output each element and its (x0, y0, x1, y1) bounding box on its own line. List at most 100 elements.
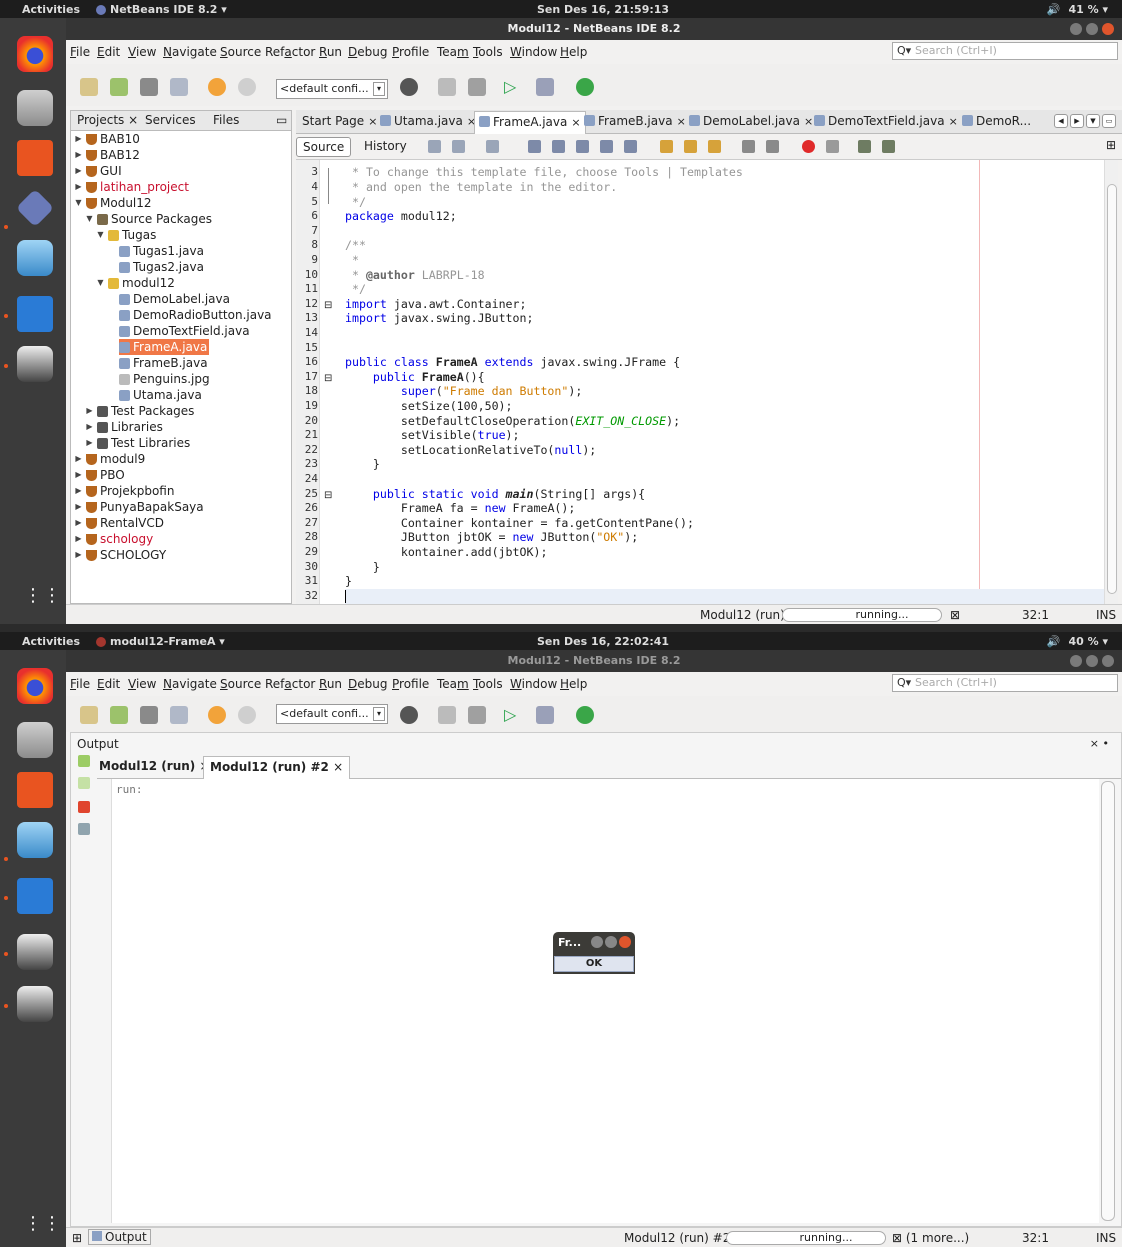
menu-profile[interactable]: Profile (392, 45, 429, 59)
tree-node[interactable]: Penguins.jpg (119, 371, 210, 387)
stop-icon[interactable] (78, 801, 90, 813)
build-icon[interactable] (438, 78, 456, 96)
system-tray[interactable]: 🔊 40 % ▾ (1047, 635, 1108, 648)
back-icon[interactable] (452, 140, 465, 153)
save-all-icon[interactable] (170, 78, 188, 96)
menu-help[interactable]: Help (560, 677, 587, 691)
scroll-right-icon[interactable]: ▶ (1070, 114, 1084, 128)
close-tab-icon[interactable]: × (571, 116, 580, 129)
menu-team[interactable]: Team (437, 677, 469, 691)
virtualbox-icon[interactable] (17, 240, 53, 276)
toggle-highlight-icon[interactable] (600, 140, 613, 153)
tree-node[interactable]: DemoLabel.java (119, 291, 230, 307)
tab-demolabel[interactable]: DemoLabel.java × (689, 114, 813, 128)
tree-node[interactable]: ▼ Tugas (96, 227, 156, 243)
menu-tools[interactable]: Tools (473, 677, 503, 691)
tree-node[interactable]: ▶ RentalVCD (74, 515, 164, 531)
tree-node[interactable]: ▼ Source Packages (85, 211, 212, 227)
fold-icon[interactable]: ⊟ (324, 300, 332, 311)
close-tab-icon[interactable]: × (333, 760, 343, 774)
code-area[interactable]: * To change this template file, choose T… (345, 160, 1104, 604)
menu-tools[interactable]: Tools (473, 45, 503, 59)
tree-node[interactable]: Utama.java (119, 387, 202, 403)
find-icon[interactable] (528, 140, 541, 153)
minimize-icon[interactable] (1070, 655, 1082, 667)
globe-icon[interactable] (400, 706, 418, 724)
menu-edit[interactable]: Edit (97, 677, 120, 691)
software-center-icon[interactable] (17, 140, 53, 176)
find-next-icon[interactable] (576, 140, 589, 153)
uncomment-icon[interactable] (882, 140, 895, 153)
menu-navigate[interactable]: Navigate (163, 677, 217, 691)
toggle-rect-select-icon[interactable] (624, 140, 637, 153)
more-processes[interactable]: ⊠ (1 more...) (892, 1231, 969, 1245)
profile-icon[interactable] (576, 78, 594, 96)
menu-profile[interactable]: Profile (392, 677, 429, 691)
output-window-tab[interactable]: Output (88, 1229, 151, 1245)
tree-node-selected[interactable]: FrameA.java (119, 339, 210, 355)
configuration-select[interactable]: <default confi... ▾ (276, 79, 388, 99)
minimize-panel-icon[interactable]: ▭ (276, 113, 287, 127)
app-grid-icon[interactable]: ⋮⋮⋮ (24, 587, 80, 616)
menu-navigate[interactable]: Navigate (163, 45, 217, 59)
tab-start-page[interactable]: Start Page × (302, 114, 377, 128)
scroll-left-icon[interactable]: ◀ (1054, 114, 1068, 128)
profile-icon[interactable] (576, 706, 594, 724)
editor-scrollbar[interactable] (1104, 160, 1118, 604)
save-all-icon[interactable] (170, 706, 188, 724)
tab-services[interactable]: Services (145, 113, 196, 127)
shift-right-icon[interactable] (766, 140, 779, 153)
menu-source[interactable]: Source (220, 45, 261, 59)
tree-node[interactable]: ▶ SCHOLOGY (74, 547, 166, 563)
redo-icon[interactable] (238, 78, 256, 96)
virtualbox-icon[interactable] (17, 822, 53, 858)
rerun-icon[interactable] (78, 755, 90, 767)
tree-node[interactable]: ▶ Test Packages (85, 403, 194, 419)
stop-macro-icon[interactable] (826, 140, 839, 153)
close-icon[interactable] (1102, 23, 1114, 35)
tree-node[interactable]: ▶ modul9 (74, 451, 145, 467)
tree-node[interactable]: DemoTextField.java (119, 323, 250, 339)
tab-demotextfield[interactable]: DemoTextField.java × (814, 114, 958, 128)
app-menu[interactable]: modul12-FrameA ▾ (96, 635, 225, 648)
tab-projects[interactable]: Projects × (77, 113, 138, 127)
tree-node[interactable]: ▼ modul12 (96, 275, 174, 291)
fold-icon[interactable]: ⊟ (324, 373, 332, 384)
menu-refactor[interactable]: Refactor (265, 45, 315, 59)
tab-frameb[interactable]: FrameB.java × (584, 114, 686, 128)
tree-node[interactable]: Tugas1.java (119, 243, 204, 259)
tree-node[interactable]: ▶ Libraries (85, 419, 162, 435)
tree-node[interactable]: ▶ latihan_project (74, 179, 189, 195)
source-button[interactable]: Source (296, 137, 352, 157)
tree-node[interactable]: ▶ BAB10 (74, 131, 140, 147)
search-input[interactable]: Q▾ Search (Ctrl+I) (892, 42, 1118, 60)
clean-build-icon[interactable] (468, 78, 486, 96)
tab-modul12-run[interactable]: Modul12 (run) × (99, 759, 210, 773)
scrollbar-thumb[interactable] (1107, 184, 1117, 594)
maximize-editor-icon[interactable]: ▭ (1102, 114, 1116, 128)
menu-run[interactable]: Run (319, 677, 342, 691)
menu-window[interactable]: Window (510, 677, 557, 691)
search-input[interactable]: Q▾ Search (Ctrl+I) (892, 674, 1118, 692)
clean-build-icon[interactable] (468, 706, 486, 724)
menu-view[interactable]: View (128, 45, 156, 59)
menu-window[interactable]: Window (510, 45, 557, 59)
output-scrollbar[interactable] (1101, 781, 1115, 1221)
menu-edit[interactable]: Edit (97, 45, 120, 59)
open-project-icon[interactable] (140, 706, 158, 724)
menu-file[interactable]: File (70, 677, 90, 691)
tree-node[interactable]: ▼ Modul12 (74, 195, 151, 211)
toggle-bookmark-icon[interactable] (708, 140, 721, 153)
configuration-select[interactable]: <default confi... ▾ (276, 704, 388, 724)
tab-list-icon[interactable]: ▼ (1086, 114, 1100, 128)
java-icon[interactable] (17, 934, 53, 970)
activities-button[interactable]: Activities (22, 635, 80, 648)
settings-icon[interactable] (78, 823, 90, 835)
tree-node[interactable]: FrameB.java (119, 355, 208, 371)
next-bookmark-icon[interactable] (684, 140, 697, 153)
files-icon[interactable] (17, 722, 53, 758)
files-icon[interactable] (17, 90, 53, 126)
fold-icon[interactable]: ⊟ (324, 490, 332, 501)
tree-node[interactable]: ▶ BAB12 (74, 147, 140, 163)
last-edit-icon[interactable] (428, 140, 441, 153)
